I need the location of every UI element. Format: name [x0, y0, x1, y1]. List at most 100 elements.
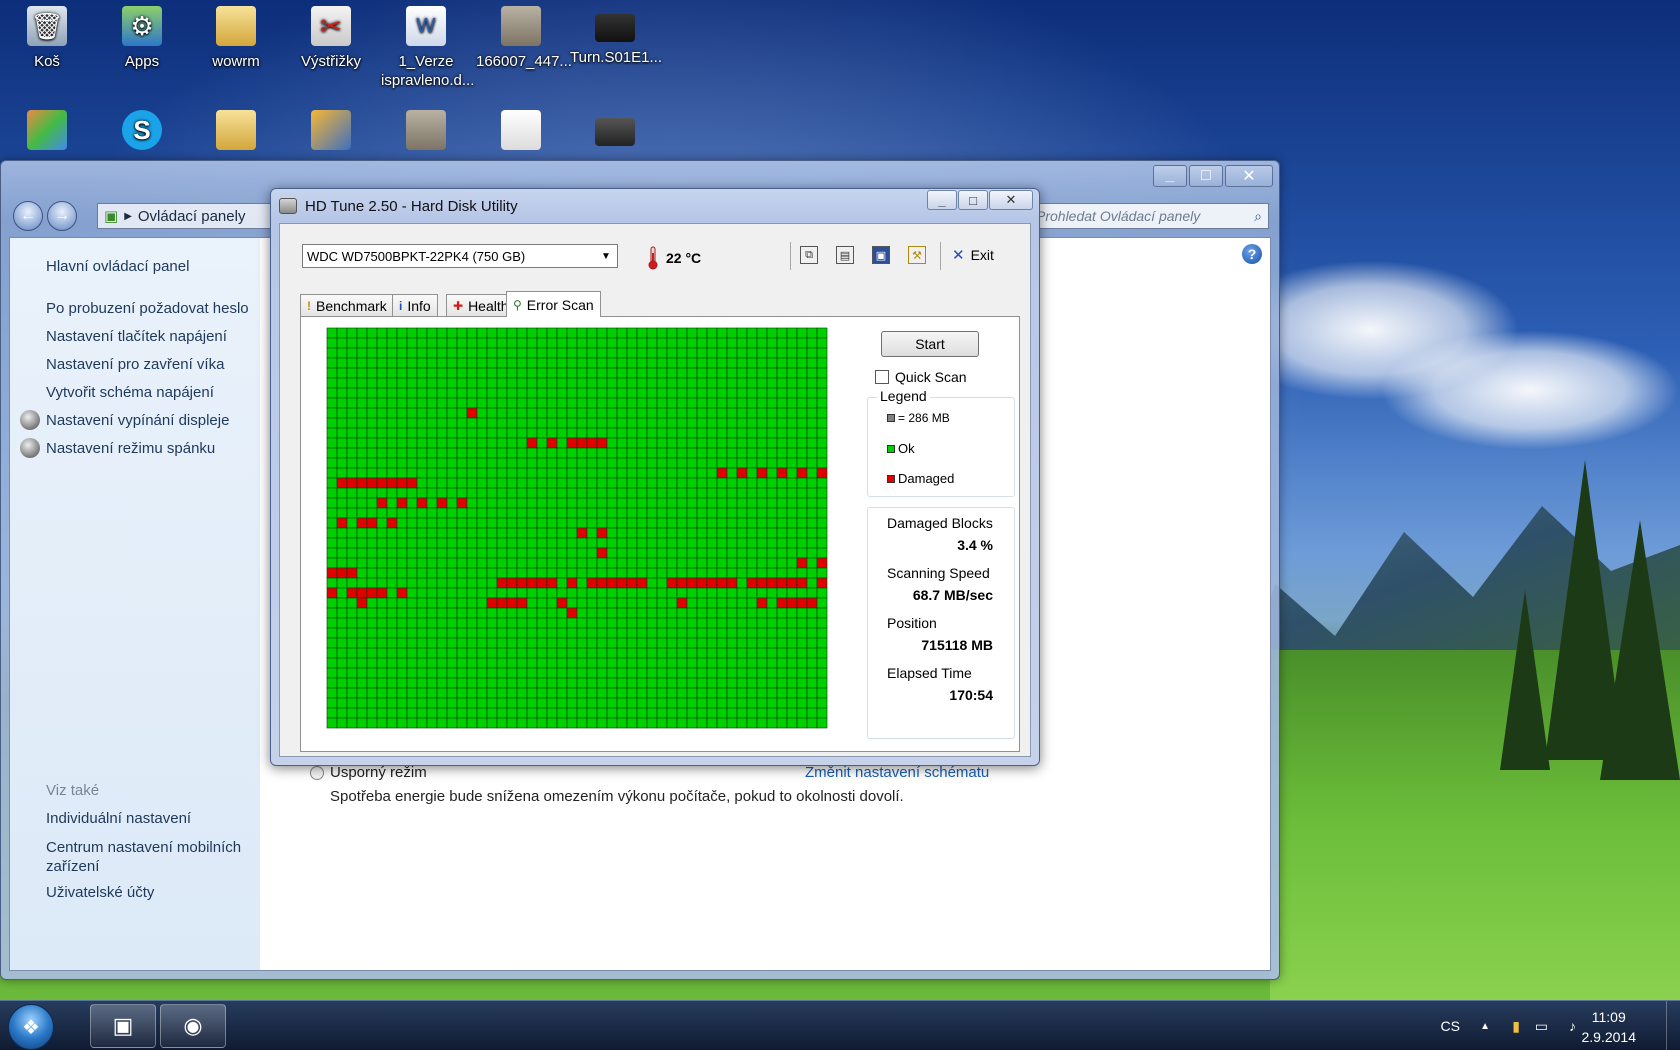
maximize-button[interactable]: □: [1189, 165, 1223, 187]
ok-block: [336, 637, 348, 649]
ok-block: [716, 587, 728, 599]
sidebar-item-lid-close[interactable]: Nastavení pro zavření víka: [46, 356, 224, 373]
ok-block: [386, 717, 398, 729]
tab-benchmark[interactable]: ! Benchmark: [300, 294, 394, 316]
ok-block: [546, 447, 558, 459]
desktop-icon-turn-video[interactable]: Turn.S01E1...: [570, 6, 662, 67]
sidebar-item-display-off[interactable]: Nastavení vypínání displeje: [46, 412, 229, 429]
ok-block: [676, 427, 688, 439]
hdtune-app-icon: [279, 198, 297, 214]
address-bar[interactable]: ▣ ▶ Ovládací panely: [97, 203, 277, 229]
desktop-icon-apps[interactable]: ⚙ Apps: [97, 6, 187, 71]
desktop-icon-verze-document[interactable]: W 1_Verze ispravleno.d...: [381, 6, 474, 90]
close-button[interactable]: ✕: [989, 190, 1033, 210]
ok-block: [576, 567, 588, 579]
radio-button[interactable]: [310, 765, 324, 780]
word-document-icon: W: [406, 6, 446, 46]
language-indicator[interactable]: CS: [1441, 1001, 1460, 1050]
search-input[interactable]: Prohledat Ovládací panely ⌕: [1029, 203, 1269, 229]
checkbox[interactable]: [875, 370, 889, 384]
ok-block: [666, 377, 678, 389]
back-button[interactable]: ←: [13, 201, 43, 231]
desktop-icon-video[interactable]: [570, 110, 660, 152]
ok-block: [356, 547, 368, 559]
ok-block: [536, 457, 548, 469]
ok-block: [616, 407, 628, 419]
tab-error-scan[interactable]: ⚲ Error Scan: [506, 291, 601, 317]
ok-block: [666, 517, 678, 529]
close-button[interactable]: ✕: [1225, 165, 1273, 187]
taskbar-button-hdtune[interactable]: ◉: [160, 1004, 226, 1048]
sidebar-item-require-password[interactable]: Po probuzení požadovat heslo: [46, 300, 249, 317]
volume-icon[interactable]: ♪: [1569, 1001, 1576, 1050]
taskbar-button-control-panel[interactable]: ▣: [90, 1004, 156, 1048]
ok-block: [646, 347, 658, 359]
damaged-block: [336, 567, 348, 579]
ok-block: [546, 507, 558, 519]
show-hidden-icons-button[interactable]: ▲: [1480, 1001, 1490, 1050]
ok-block: [326, 487, 338, 499]
desktop-icon-snipping-tool[interactable]: ✂ Výstřižky: [286, 6, 376, 71]
desktop-icon-document[interactable]: [381, 110, 471, 156]
sidebar-item-power-buttons[interactable]: Nastavení tlačítek napájení: [46, 328, 227, 345]
ok-block: [646, 607, 658, 619]
minimize-button[interactable]: _: [1153, 165, 1187, 187]
sidebar-item-mobility-center[interactable]: Centrum nastavení mobilních zařízení: [46, 838, 246, 876]
ok-block: [766, 687, 778, 699]
ok-block: [726, 367, 738, 379]
ok-block: [616, 347, 628, 359]
sidebar-item-personalization[interactable]: Individuální nastavení: [46, 810, 191, 827]
start-button[interactable]: ❖: [8, 1004, 54, 1050]
minimize-button[interactable]: _: [927, 190, 957, 210]
clock[interactable]: 11:09 2.9.2014: [1582, 1007, 1637, 1047]
maximize-button[interactable]: □: [958, 190, 988, 210]
ok-block: [526, 377, 538, 389]
desktop-icon-shortcut[interactable]: [2, 110, 92, 156]
ok-block: [326, 537, 338, 549]
sidebar-item-sleep[interactable]: Nastavení režimu spánku: [46, 440, 215, 457]
desktop-icon-folder[interactable]: [191, 110, 281, 156]
ok-block: [786, 607, 798, 619]
paste-icon[interactable]: ▤: [836, 246, 854, 264]
options-icon[interactable]: ⚒: [908, 246, 926, 264]
breadcrumb[interactable]: Ovládací panely: [138, 208, 246, 225]
ok-block: [366, 417, 378, 429]
exit-button[interactable]: ✕ Exit: [952, 246, 994, 264]
chevron-down-icon[interactable]: ▼: [597, 247, 615, 265]
save-icon[interactable]: ▣: [872, 246, 890, 264]
desktop-icon-skype[interactable]: S: [97, 110, 187, 156]
ok-block: [616, 597, 628, 609]
sidebar-item-home[interactable]: Hlavní ovládací panel: [46, 258, 189, 275]
ok-block: [546, 617, 558, 629]
ok-block: [556, 717, 568, 729]
ok-block: [776, 457, 788, 469]
sidebar-item-create-plan[interactable]: Vytvořit schéma napájení: [46, 384, 214, 401]
desktop-icon-166007-file[interactable]: 166007_447...: [476, 6, 572, 71]
tab-info[interactable]: i Info: [392, 294, 438, 316]
forward-button[interactable]: →: [47, 201, 77, 231]
desktop-icon-wowrm[interactable]: wowrm: [191, 6, 281, 71]
desktop-icon-text-file[interactable]: [476, 110, 566, 156]
search-icon[interactable]: ⌕: [1254, 208, 1262, 225]
ok-block: [666, 477, 678, 489]
ok-block: [616, 617, 628, 629]
ok-block: [686, 547, 698, 559]
ok-block: [446, 507, 458, 519]
sidebar-item-user-accounts[interactable]: Uživatelské účty: [46, 884, 154, 901]
change-plan-settings-link[interactable]: Změnit nastavení schématu: [805, 764, 989, 781]
drive-select[interactable]: WDC WD7500BPKT-22PK4 (750 GB) ▼: [302, 244, 618, 268]
show-desktop-button[interactable]: [1666, 1001, 1680, 1050]
ok-block: [776, 607, 788, 619]
start-button[interactable]: Start: [881, 331, 979, 357]
help-icon[interactable]: ?: [1242, 244, 1262, 264]
ok-block: [396, 397, 408, 409]
desktop-icon-recycle-bin[interactable]: 🗑 Koš: [2, 6, 92, 71]
ok-block: [606, 667, 618, 679]
ok-block: [656, 707, 668, 719]
desktop-icon-program[interactable]: [286, 110, 376, 156]
power-plan-option[interactable]: Úsporný režim: [310, 764, 427, 781]
quick-scan-checkbox[interactable]: Quick Scan: [875, 369, 967, 385]
battery-icon[interactable]: ▭: [1535, 1001, 1548, 1050]
copy-icon[interactable]: ⧉: [800, 246, 818, 264]
network-icon[interactable]: ▮: [1512, 1001, 1520, 1050]
